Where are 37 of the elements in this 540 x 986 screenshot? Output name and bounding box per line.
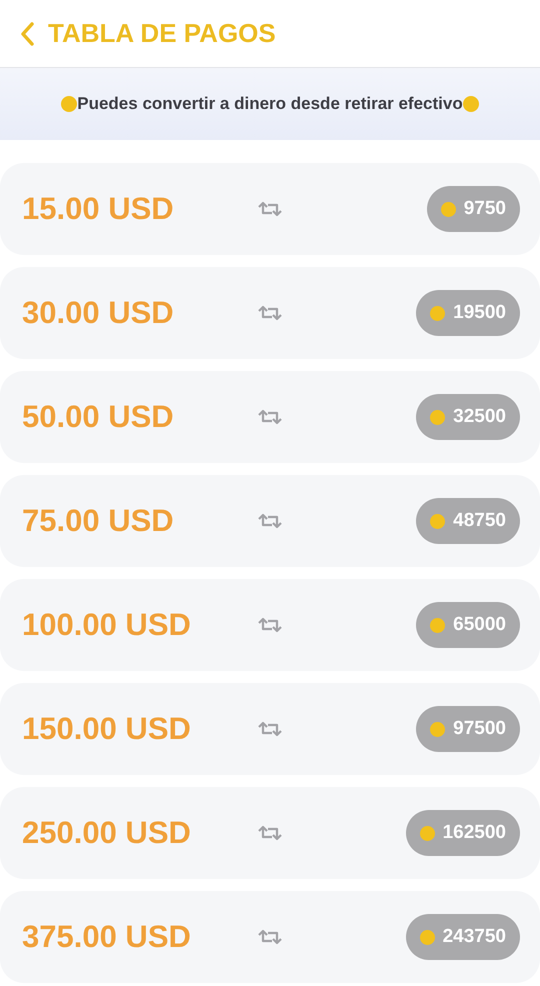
coin-icon (440, 202, 456, 216)
coin-icon (430, 306, 446, 320)
banner-text: Puedes convertir a dinero desde retirar efectivo (77, 94, 463, 114)
coin-count: 9750 (464, 198, 506, 220)
coin-icon (430, 514, 446, 528)
coin-count: 19500 (453, 302, 506, 324)
coin-count: 162500 (442, 822, 506, 844)
usd-amount: 75.00 USD (22, 503, 175, 539)
coin-icon (61, 96, 78, 112)
back-icon[interactable] (20, 22, 34, 46)
usd-amount: 375.00 USD (22, 919, 192, 955)
swap-arrows-icon (257, 720, 283, 738)
coin-count: 243750 (442, 926, 506, 948)
usd-amount: 15.00 USD (22, 191, 175, 227)
page-title: TABLA DE PAGOS (48, 18, 276, 49)
coin-icon (420, 826, 435, 840)
coin-icon (462, 96, 479, 112)
coin-icon (430, 722, 446, 736)
swap-arrows-icon (257, 512, 283, 530)
coin-count: 65000 (453, 614, 506, 636)
swap-arrows-icon (257, 408, 283, 426)
swap-arrows-icon (257, 824, 283, 842)
coin-count: 32500 (453, 406, 506, 428)
coin-count: 97500 (453, 718, 506, 740)
usd-amount: 100.00 USD (22, 607, 192, 643)
swap-arrows-icon (257, 616, 283, 634)
swap-arrows-icon (257, 304, 283, 322)
coin-icon (430, 410, 446, 424)
coin-icon (430, 618, 446, 632)
coin-count: 48750 (453, 510, 506, 532)
usd-amount: 50.00 USD (22, 399, 175, 435)
coin-icon (420, 930, 435, 944)
usd-amount: 30.00 USD (22, 295, 175, 331)
swap-arrows-icon (257, 200, 283, 218)
swap-arrows-icon (257, 928, 283, 946)
usd-amount: 250.00 USD (22, 815, 192, 851)
usd-amount: 150.00 USD (22, 711, 192, 747)
